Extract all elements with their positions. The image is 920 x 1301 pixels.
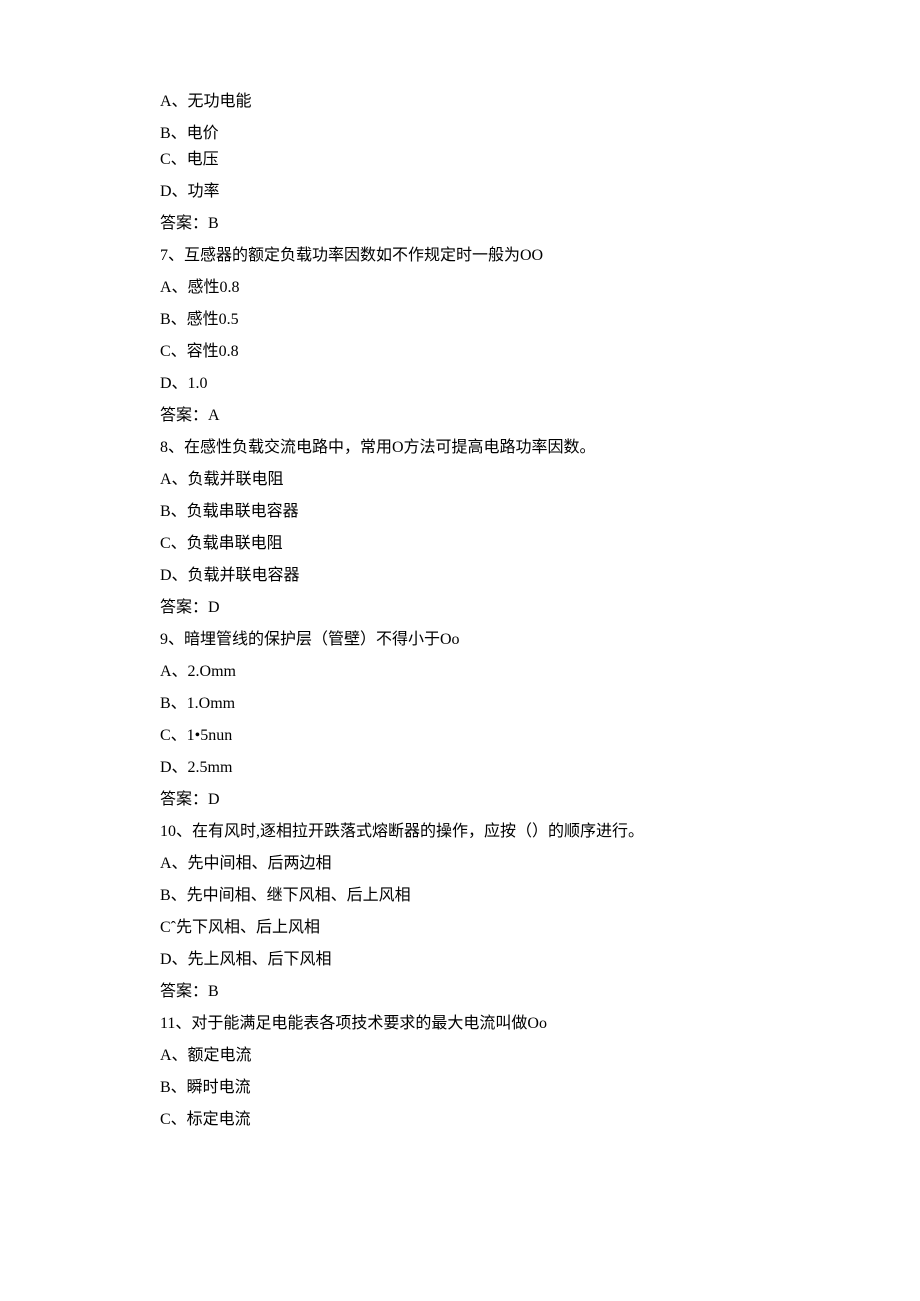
answer-line: 答案：A	[160, 404, 920, 428]
option-c: C、电压	[160, 148, 920, 172]
tight-option-group: B、电价 C、电压	[160, 122, 920, 172]
option-b: B、先中间相、继下风相、后上风相	[160, 884, 920, 908]
answer-line: 答案：D	[160, 788, 920, 812]
question-7: 7、互感器的额定负载功率因数如不作规定时一般为OO	[160, 244, 920, 268]
option-d: D、先上风相、后下风相	[160, 948, 920, 972]
option-c: C、负载串联电阻	[160, 532, 920, 556]
option-a: A、先中间相、后两边相	[160, 852, 920, 876]
question-10: 10、在有风时,逐相拉开跌落式熔断器的操作，应按（）的顺序进行。	[160, 820, 920, 844]
option-d: D、2.5mm	[160, 756, 920, 780]
option-b: B、感性0.5	[160, 308, 920, 332]
option-d: D、负载并联电容器	[160, 564, 920, 588]
option-a: A、无功电能	[160, 90, 920, 114]
question-8: 8、在感性负载交流电路中，常用O方法可提高电路功率因数。	[160, 436, 920, 460]
option-b: B、瞬时电流	[160, 1076, 920, 1100]
answer-line: 答案：B	[160, 980, 920, 1004]
answer-line: 答案：B	[160, 212, 920, 236]
option-c: C、1•5nun	[160, 724, 920, 748]
option-a: A、负载并联电阻	[160, 468, 920, 492]
option-c: C、容性0.8	[160, 340, 920, 364]
question-9: 9、暗埋管线的保护层（管壁）不得小于Oo	[160, 628, 920, 652]
option-b: B、电价	[160, 122, 920, 146]
question-11: 11、对于能满足电能表各项技术要求的最大电流叫做Oo	[160, 1012, 920, 1036]
option-a: A、感性0.8	[160, 276, 920, 300]
answer-line: 答案：D	[160, 596, 920, 620]
option-b: B、1.Omm	[160, 692, 920, 716]
option-b: B、负载串联电容器	[160, 500, 920, 524]
option-c: Cˆ先下风相、后上风相	[160, 916, 920, 940]
option-a: A、2.Omm	[160, 660, 920, 684]
option-a: A、额定电流	[160, 1044, 920, 1068]
option-d: D、1.0	[160, 372, 920, 396]
option-d: D、功率	[160, 180, 920, 204]
option-c: C、标定电流	[160, 1108, 920, 1132]
